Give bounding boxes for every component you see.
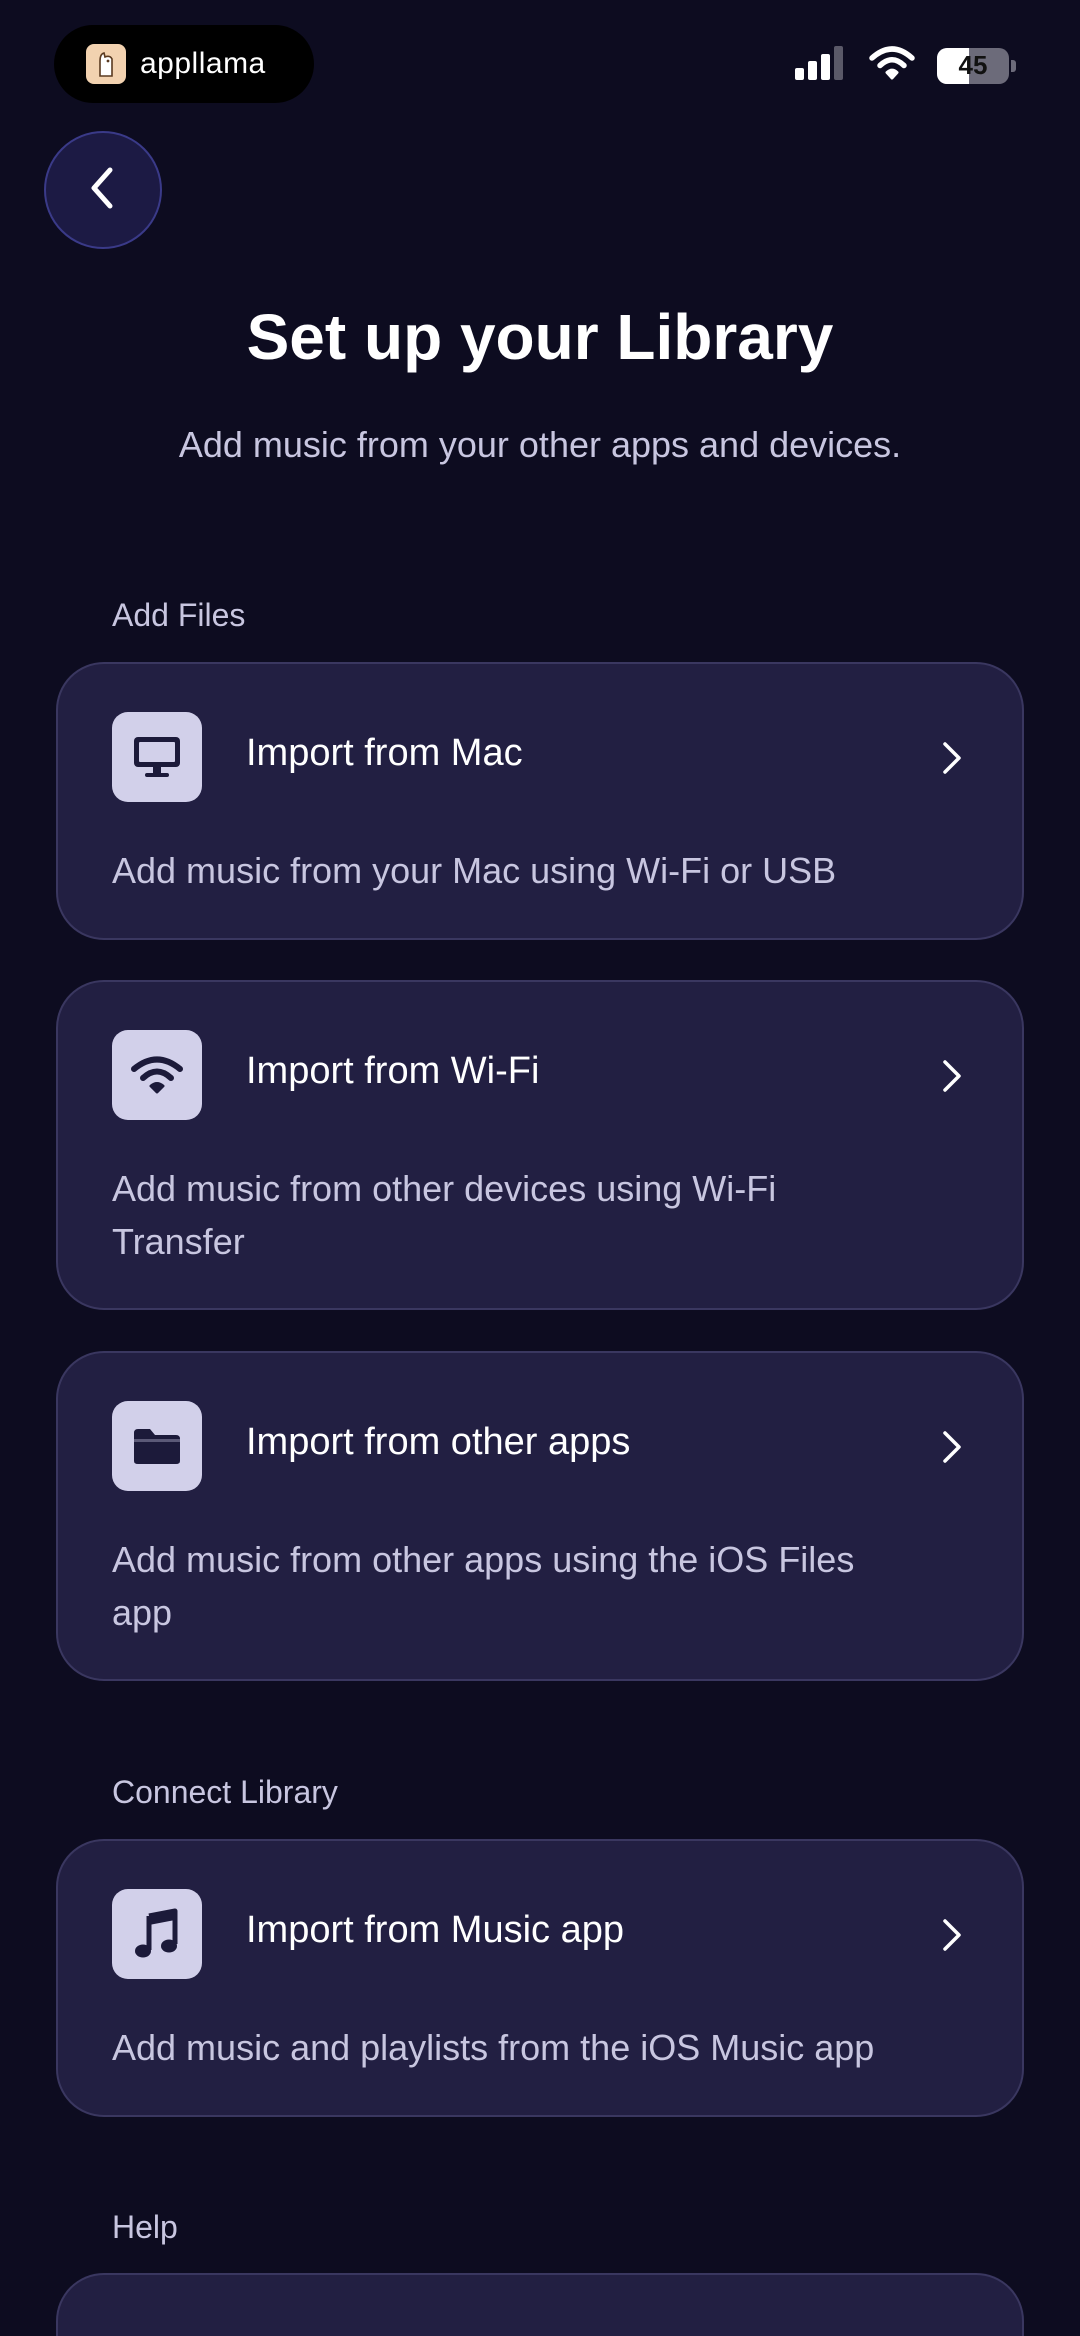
wifi-icon xyxy=(112,1030,202,1120)
chevron-right-icon xyxy=(932,1056,972,1096)
music-note-icon xyxy=(112,1889,202,1979)
app-name-label: appllama xyxy=(140,47,266,80)
back-button[interactable] xyxy=(44,131,162,249)
import-from-other-apps-card[interactable]: Import from other apps Add music from ot… xyxy=(56,1351,1024,1681)
help-card[interactable] xyxy=(56,2273,1024,2336)
llama-logo-icon xyxy=(86,44,126,84)
import-from-other-apps-title: Import from other apps xyxy=(246,1421,631,1463)
import-from-mac-title: Import from Mac xyxy=(246,732,523,774)
wifi-status-icon xyxy=(869,46,915,85)
import-from-wifi-description: Add music from other devices using Wi-Fi… xyxy=(112,1168,777,1262)
import-from-mac-description: Add music from your Mac using Wi-Fi or U… xyxy=(112,850,837,891)
chevron-right-icon xyxy=(932,1427,972,1467)
battery-level: 45 xyxy=(958,50,988,80)
import-from-music-app-description: Add music and playlists from the iOS Mus… xyxy=(112,2027,875,2068)
battery-indicator: 45 xyxy=(937,47,1009,84)
app-indicator-pill[interactable]: appllama xyxy=(54,25,314,103)
status-bar: appllama 45 xyxy=(0,0,1080,130)
chevron-right-icon xyxy=(932,1915,972,1955)
folder-icon xyxy=(112,1401,202,1491)
import-from-mac-card[interactable]: Import from Mac Add music from your Mac … xyxy=(56,662,1024,940)
desktop-icon xyxy=(112,712,202,802)
section-label-connect-library: Connect Library xyxy=(112,1774,338,1810)
status-icons: 45 xyxy=(795,46,1016,85)
import-from-other-apps-description: Add music from other apps using the iOS … xyxy=(112,1539,855,1633)
import-from-wifi-title: Import from Wi-Fi xyxy=(246,1050,540,1092)
section-label-add-files: Add Files xyxy=(112,597,246,633)
import-from-music-app-title: Import from Music app xyxy=(246,1909,624,1951)
section-label-help: Help xyxy=(112,2209,178,2245)
cellular-signal-icon xyxy=(795,46,847,85)
battery-cap xyxy=(1011,59,1016,72)
import-from-wifi-card[interactable]: Import from Wi-Fi Add music from other d… xyxy=(56,980,1024,1310)
import-from-music-app-card[interactable]: Import from Music app Add music and play… xyxy=(56,1839,1024,2117)
page-subtitle: Add music from your other apps and devic… xyxy=(178,424,902,465)
chevron-right-icon xyxy=(932,738,972,778)
page-title: Set up your Library xyxy=(246,301,834,373)
chevron-left-icon xyxy=(86,164,120,217)
